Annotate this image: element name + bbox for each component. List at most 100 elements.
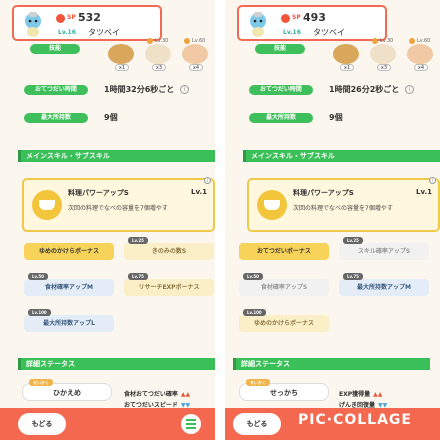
subskill-lv10[interactable]: おてつだいボーナス [239, 243, 329, 260]
info-icon[interactable]: i [180, 85, 189, 94]
ginger-icon [370, 44, 396, 64]
nature-box[interactable]: せいかく せっかち [239, 379, 329, 401]
max-carry-label: 最大所持数 [24, 113, 88, 123]
pic-collage-watermark: PIC·COLLAGE [298, 412, 412, 428]
subskill-label: おてつだいボーナス [257, 248, 311, 255]
help-time-value: 1時間26分2秒ごと [329, 85, 400, 94]
help-time-label: おてつだい時間 [249, 85, 313, 95]
subskill-lv25[interactable]: Lv.25 スキル確率アップS [339, 237, 429, 260]
stat-up: EXP獲得量 ▲▲ [339, 389, 382, 398]
potato-icon [182, 44, 208, 64]
pokemon-name: タツベイ [313, 28, 345, 37]
panel-right: SP 493 Lv.16 タツベイ 技能 x1 Lv.30 x3 Lv.60 x… [225, 0, 440, 440]
lock-icon [147, 38, 153, 44]
honey-icon [333, 44, 359, 64]
ginger-icon [145, 44, 171, 64]
subskill-level-tag: Lv.100 [243, 309, 266, 316]
arrow-up-icon: ▲▲ [180, 391, 191, 398]
nature-value: せっかち [270, 389, 298, 397]
subskill-label: スキル確率アップS [357, 248, 411, 255]
main-skill-card[interactable]: i 料理パワーアップS Lv.1 次回の料理でなべの容量を7個増やす [247, 177, 440, 232]
collage-divider [215, 0, 225, 440]
sp-icon [281, 14, 290, 23]
subskill-lv50[interactable]: Lv.50 食材確率アップM [24, 273, 114, 296]
ingredient-qty: x3 [377, 64, 391, 71]
bagon-sprite-icon [250, 12, 266, 37]
collage: SP 532 Lv.16 タツベイ 技能 x1 Lv.30 x3 Lv.60 x… [0, 0, 440, 440]
panel-left: SP 532 Lv.16 タツベイ 技能 x1 Lv.30 x3 Lv.60 x… [0, 0, 215, 440]
subskill-label: ゆめのかけらボーナス [38, 248, 99, 255]
section-detail-status: 詳細ステータス [18, 358, 215, 370]
help-time-label: おてつだい時間 [24, 85, 88, 95]
lock-icon [184, 38, 190, 44]
subskill-label: 食材確率アップM [45, 284, 93, 291]
subskill-level-tag: Lv.25 [128, 237, 148, 244]
subskill-lv75[interactable]: Lv.75 最大所持数アップM [339, 273, 429, 296]
pokemon-header-card: SP 493 Lv.16 タツベイ [237, 5, 387, 41]
pokemon-level: Lv.16 [58, 29, 76, 36]
subskill-label: 食材確率アップS [260, 284, 308, 291]
main-skill-level: Lv.1 [416, 188, 432, 196]
main-skill-description: 次回の料理でなべの容量を7個増やす [68, 205, 168, 212]
info-icon[interactable]: i [405, 85, 414, 94]
subskill-level-tag: Lv.25 [343, 237, 363, 244]
honey-icon [108, 44, 134, 64]
subskill-label: リサーチEXPボーナス [138, 284, 200, 291]
sp-label: SP [67, 14, 76, 21]
nature-box[interactable]: せいかく ひかえめ [22, 379, 112, 401]
berry-pill: 技能 [255, 44, 305, 54]
sp-value: 493 [303, 11, 326, 24]
sp-value: 532 [78, 11, 101, 24]
ingredient-slot-1[interactable]: x1 [104, 38, 138, 72]
max-carry-label: 最大所持数 [249, 113, 313, 123]
pokemon-level: Lv.16 [283, 29, 301, 36]
subskill-lv75[interactable]: Lv.75 リサーチEXPボーナス [124, 273, 214, 296]
ingredient-qty: x1 [115, 64, 129, 71]
section-main-sub-skill: メインスキル・サブスキル [243, 150, 440, 162]
subskill-level-tag: Lv.100 [28, 309, 51, 316]
subskill-level-tag: Lv.75 [128, 273, 148, 280]
help-time-value: 1時間32分6秒ごと [104, 85, 175, 94]
subskill-lv25[interactable]: Lv.25 きのみの数S [124, 237, 214, 260]
main-skill-name: 料理パワーアップS [293, 189, 354, 197]
nature-tag: せいかく [29, 379, 53, 386]
subskill-lv100[interactable]: Lv.100 ゆめのかけらボーナス [239, 309, 329, 332]
main-skill-card[interactable]: i 料理パワーアップS Lv.1 次回の料理でなべの容量を7個増やす [22, 177, 215, 232]
cooking-pot-icon [257, 190, 287, 220]
subskill-lv10[interactable]: ゆめのかけらボーナス [24, 243, 114, 260]
back-button[interactable]: もどる [18, 413, 66, 435]
nature-value: ひかえめ [53, 389, 81, 397]
subskill-lv100[interactable]: Lv.100 最大所持数アップL [24, 309, 114, 332]
ingredient-slot-3[interactable]: Lv.60 x4 [403, 38, 437, 72]
bottom-bar: もどる [0, 408, 215, 440]
sp-label: SP [292, 14, 301, 21]
cooking-pot-icon [32, 190, 62, 220]
stat-up: 食材おてつだい確率 ▲▲ [124, 389, 190, 398]
subskill-lv50[interactable]: Lv.50 食材確率アップS [239, 273, 329, 296]
subskill-label: 最大所持数アップM [357, 284, 411, 291]
ingredient-qty: x1 [340, 64, 354, 71]
info-icon[interactable]: i [204, 177, 211, 184]
menu-icon[interactable] [181, 414, 201, 434]
back-button[interactable]: もどる [233, 413, 281, 435]
ingredient-slot-2[interactable]: Lv.30 x3 [141, 38, 175, 72]
subskill-label: きのみの数S [151, 248, 187, 255]
stat-label: 食材おてつだい確率 [124, 391, 178, 398]
subskill-label: 最大所持数アップL [43, 320, 95, 327]
subskill-level-tag: Lv.50 [28, 273, 48, 280]
lock-icon [409, 38, 415, 44]
ingredient-qty: x3 [152, 64, 166, 71]
main-skill-description: 次回の料理でなべの容量を7個増やす [293, 205, 393, 212]
section-main-sub-skill: メインスキル・サブスキル [18, 150, 215, 162]
ingredient-slot-2[interactable]: Lv.30 x3 [366, 38, 400, 72]
ingredient-slot-3[interactable]: Lv.60 x4 [178, 38, 212, 72]
sp-icon [56, 14, 65, 23]
ingredient-slot-1[interactable]: x1 [329, 38, 363, 72]
berry-pill: 技能 [30, 44, 80, 54]
max-carry-value: 9個 [329, 113, 343, 122]
pokemon-header-card: SP 532 Lv.16 タツベイ [12, 5, 162, 41]
info-icon[interactable]: i [429, 177, 436, 184]
ingredient-qty: x4 [414, 64, 428, 71]
subskill-level-tag: Lv.50 [243, 273, 263, 280]
bagon-sprite-icon [25, 12, 41, 37]
